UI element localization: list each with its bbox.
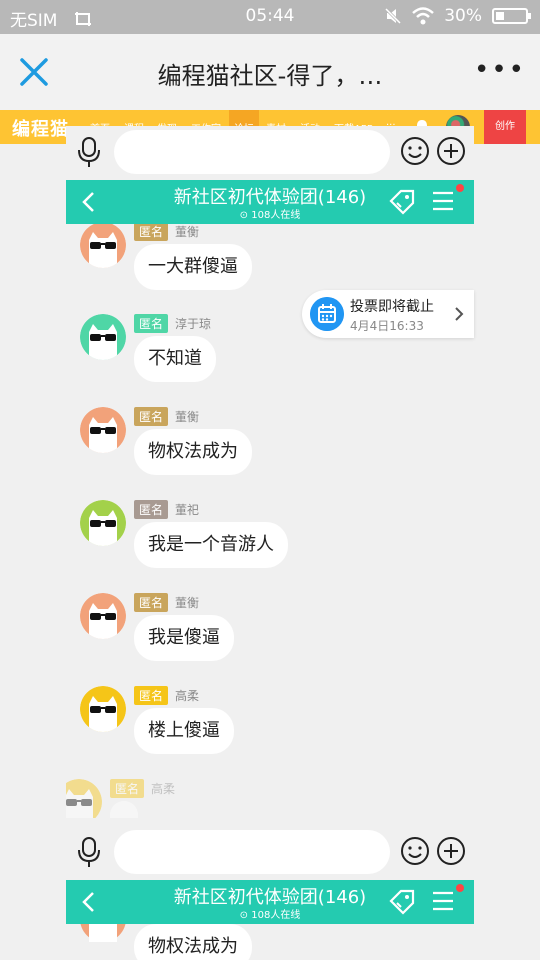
cat-avatar-lime[interactable]: [80, 500, 126, 546]
site-logo[interactable]: 编程猫: [12, 115, 69, 141]
notification-dot: [456, 184, 464, 192]
sender-name: 董衡: [175, 225, 200, 239]
wifi-icon: [412, 7, 435, 25]
battery-icon: [492, 8, 531, 24]
browser-title-bar: 编程猫社区-得了，… •••: [0, 34, 540, 110]
message-input-top[interactable]: [114, 130, 390, 174]
online-icon: ⊙: [239, 210, 249, 221]
tag-icon[interactable]: [388, 888, 416, 916]
message-item: 匿名 董祀 我是一个音游人: [66, 500, 474, 596]
chat-input-bar: [66, 826, 474, 878]
message-bubble[interactable]: 物权法成为: [134, 429, 252, 475]
message-list-preview: 物权法成为: [66, 924, 474, 960]
chat-header: 新社区初代体验团(146) ⊙ 108人在线: [66, 180, 474, 224]
sender-name: 高柔: [175, 689, 200, 703]
anon-badge: 匿名: [134, 686, 169, 705]
message-input[interactable]: [114, 830, 390, 874]
mic-icon[interactable]: [76, 136, 102, 168]
message-item: 匿名 董衡 我是傻逼: [66, 593, 474, 689]
vote-reminder[interactable]: 投票即将截止 4月4日16:33: [302, 290, 474, 338]
message-bubble[interactable]: 物权法成为: [134, 924, 252, 960]
cat-avatar-orange[interactable]: [80, 593, 126, 639]
cat-avatar-green[interactable]: [80, 314, 126, 360]
menu-icon[interactable]: [432, 890, 454, 912]
anon-badge: 匿名: [134, 314, 169, 333]
more-icon[interactable]: •••: [474, 57, 526, 83]
message-bubble[interactable]: 楼上傻逼: [134, 708, 234, 754]
plus-icon[interactable]: [436, 136, 466, 166]
chevron-right-icon: [455, 307, 464, 321]
mic-icon[interactable]: [76, 836, 102, 868]
emoji-icon[interactable]: [400, 136, 430, 166]
chat-header-duplicate: 新社区初代体验团(146) ⊙ 108人在线: [66, 880, 474, 924]
message-item: 匿名 高柔 楼上傻逼: [66, 686, 474, 782]
online-label: 108人在线: [251, 210, 301, 221]
sender-name: 董衡: [175, 410, 200, 424]
chat-input-bar-top: [66, 126, 474, 178]
sender-name: 淳于琼: [175, 317, 212, 331]
message-item: 匿名 高柔: [66, 779, 450, 818]
close-icon[interactable]: [16, 54, 52, 90]
sender-name: 高柔: [151, 782, 176, 796]
message-bubble[interactable]: 我是傻逼: [134, 615, 234, 661]
plus-icon[interactable]: [436, 836, 466, 866]
cat-avatar-orange[interactable]: [80, 407, 126, 453]
online-label: 108人在线: [251, 910, 301, 921]
cat-avatar-orange: [80, 924, 126, 942]
message-bubble[interactable]: [110, 801, 138, 818]
create-button[interactable]: 创作: [484, 110, 526, 144]
message-bubble[interactable]: 不知道: [134, 336, 216, 382]
online-icon: ⊙: [239, 910, 249, 921]
vote-deadline: 4月4日16:33: [350, 319, 424, 333]
anon-badge: 匿名: [134, 593, 169, 612]
battery-percent: 30%: [444, 6, 482, 26]
anon-badge: 匿名: [134, 500, 169, 519]
anon-badge: 匿名: [134, 407, 169, 426]
cat-avatar-orange[interactable]: [80, 224, 126, 268]
notification-dot: [456, 884, 464, 892]
emoji-icon[interactable]: [400, 836, 430, 866]
cat-avatar-yellow[interactable]: [66, 779, 102, 818]
menu-icon[interactable]: [432, 190, 454, 212]
status-bar: 无SIM 05:44 30%: [0, 0, 540, 34]
page-title: 编程猫社区-得了，…: [157, 62, 383, 90]
message-bubble[interactable]: 我是一个音游人: [134, 522, 288, 568]
sender-name: 董衡: [175, 596, 200, 610]
calendar-icon: [310, 297, 344, 331]
sender-name: 董祀: [175, 503, 200, 517]
anon-badge: 匿名: [134, 224, 169, 241]
mute-icon: [385, 7, 402, 25]
anon-badge: 匿名: [110, 779, 145, 798]
cat-avatar-yellow[interactable]: [80, 686, 126, 732]
vote-title: 投票即将截止: [350, 299, 434, 315]
message-item: 匿名 董衡 物权法成为: [66, 407, 474, 503]
tag-icon[interactable]: [388, 188, 416, 216]
message-bubble[interactable]: 一大群傻逼: [134, 244, 252, 290]
